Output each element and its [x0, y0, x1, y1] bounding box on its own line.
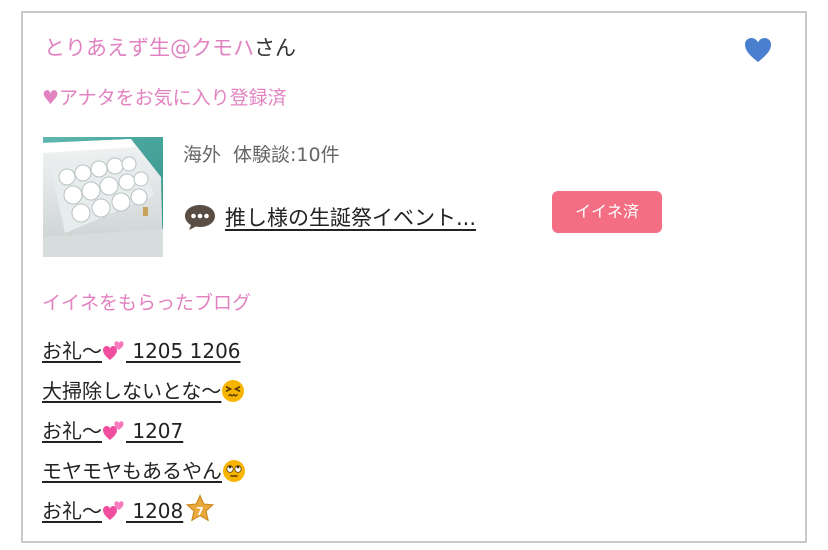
list-item: モヤモヤもあるやん — [42, 449, 246, 489]
blog-title-link[interactable]: 推し様の生誕祭イベント... — [225, 202, 476, 232]
svg-text:7: 7 — [196, 505, 204, 518]
user-header: とりあえず生@クモハさん — [44, 33, 296, 63]
list-item: お礼～ 1205 1206 — [42, 329, 246, 369]
liked-blog-link[interactable]: モヤモヤもあるやん — [42, 455, 246, 484]
region-label: 海外 — [183, 144, 222, 166]
liked-blog-link[interactable]: お礼～ 1205 1206 — [42, 335, 241, 364]
favorite-status: ♥アナタをお気に入り登録済 — [42, 87, 287, 109]
two-hearts-icon — [102, 339, 126, 363]
speech-bubble-icon — [185, 205, 215, 230]
liked-blog-link[interactable]: 大掃除しないとな～ — [42, 375, 245, 404]
liked-blog-link[interactable]: お礼～ 1207 — [42, 415, 183, 444]
star-7-badge-icon: 7 — [185, 494, 215, 524]
two-hearts-icon — [102, 419, 126, 443]
honorific-label: さん — [254, 36, 296, 60]
list-item: お礼～ 1207 — [42, 409, 246, 449]
review-card: とりあえず生@クモハさん ♥アナタをお気に入り登録済 海外 体験談:10件 推し… — [21, 11, 807, 543]
review-thumbnail[interactable] — [43, 137, 163, 257]
persevering-face-icon — [221, 379, 245, 403]
iine-done-button[interactable]: イイネ済 — [552, 191, 662, 233]
liked-blogs-list: お礼～ 1205 1206 大掃除しないとな～ お礼～ 1207 モヤモヤもある… — [42, 329, 246, 529]
list-item: 大掃除しないとな～ — [42, 369, 246, 409]
liked-blogs-title: イイネをもらったブログ — [42, 292, 252, 314]
two-hearts-icon — [102, 499, 126, 523]
list-item: お礼～ 1208 7 — [42, 489, 246, 529]
rolling-eyes-face-icon — [222, 459, 246, 483]
heart-icon[interactable] — [743, 35, 773, 65]
liked-blog-link[interactable]: お礼～ 1208 — [42, 495, 183, 524]
user-name-link[interactable]: とりあえず生@クモハ — [44, 36, 254, 60]
blog-link-row: 推し様の生誕祭イベント... — [183, 199, 476, 235]
experience-count: 体験談:10件 — [233, 144, 340, 166]
review-meta: 海外 体験談:10件 — [183, 141, 340, 169]
